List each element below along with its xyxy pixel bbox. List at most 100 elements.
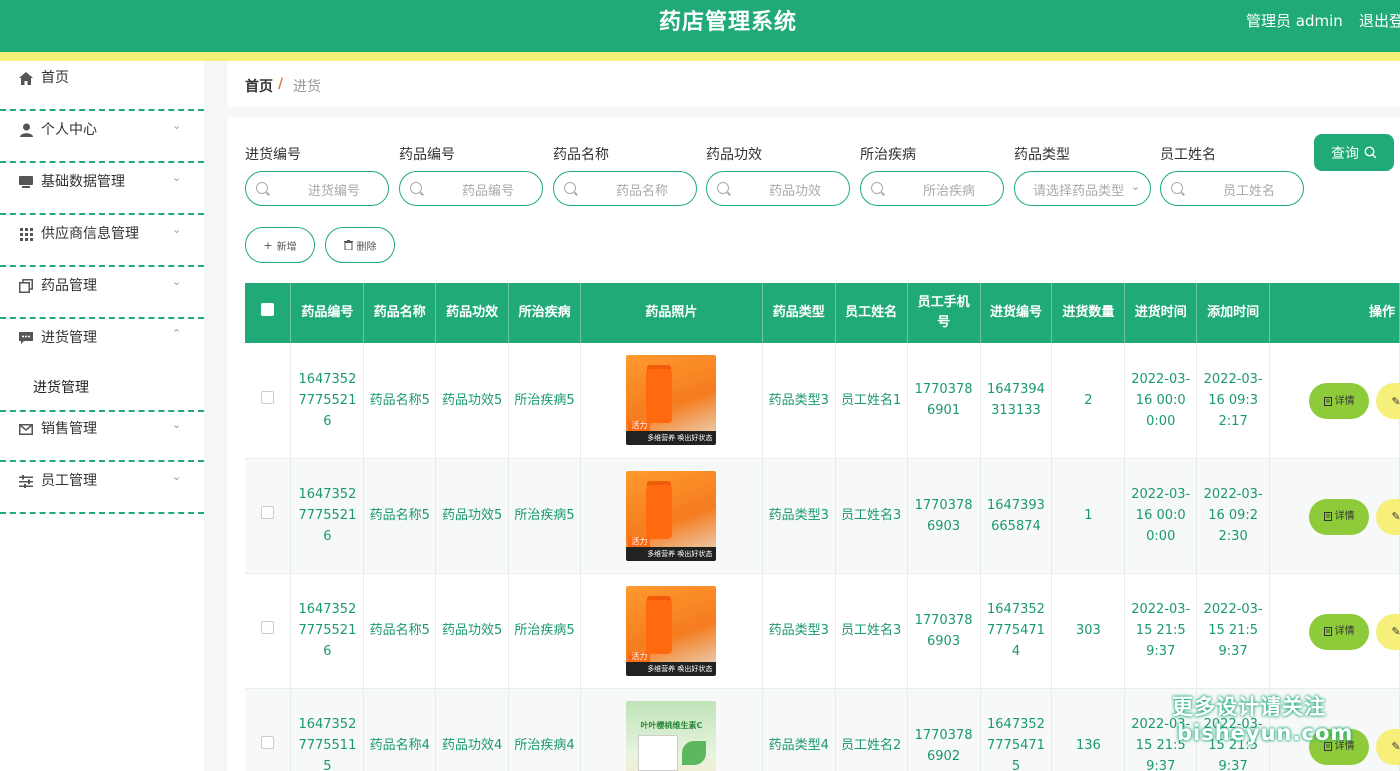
edit-button[interactable]: ✎ [1376, 613, 1400, 650]
photo-tag: 多维营养 唤出好状态 [626, 431, 717, 446]
edit-button[interactable]: ✎ [1376, 383, 1400, 419]
table-header-row: 药品编号 药品名称 药品功效 所治疾病 药品照片 药品类型 员工姓名 员工手机号… [245, 283, 1400, 343]
column-header: 员工手机号 [907, 283, 981, 343]
product-box [638, 734, 679, 771]
detail-label: 详情 [1334, 626, 1355, 637]
staff-name-input[interactable]: 员工姓名 [1160, 171, 1304, 206]
trash-icon [343, 240, 353, 250]
cell-qty: 136 [1051, 688, 1126, 771]
edit-button[interactable]: ✎ [1376, 498, 1400, 535]
sidebar-item-sales[interactable]: 销售管理 ⌄ [0, 412, 204, 462]
cell-effect: 药品功效5 [435, 573, 510, 689]
sidebar-item-home[interactable]: 首页 [0, 61, 204, 111]
row-select-cell[interactable] [245, 458, 292, 574]
row-actions-cell: 详情 ✎ [1269, 573, 1400, 689]
edit-icon: ✎ [1391, 625, 1400, 638]
sidebar-item-staff[interactable]: 员工管理 ⌄ [0, 464, 204, 514]
chevron-down-icon: ⌄ [172, 223, 182, 236]
drug-photo: 活力焕新多维营养 唤出好状态 [626, 355, 717, 446]
chevron-down-icon: ⌄ [1130, 180, 1140, 193]
add-button[interactable]: + 新增 [245, 227, 315, 263]
photo-tag: 多维营养 唤出好状态 [626, 546, 717, 561]
edit-icon: ✎ [1391, 740, 1400, 753]
chevron-down-icon: ⌄ [172, 171, 182, 184]
row-checkbox[interactable] [261, 621, 275, 634]
photo-title: 叶叶樱桃维生素C [640, 720, 703, 730]
search-icon [1171, 182, 1183, 194]
sidebar-item-label: 药品管理 [41, 278, 97, 294]
filter-label-drug-no: 药品编号 [399, 147, 455, 163]
drug-effect-input[interactable]: 药品功效 [706, 171, 850, 206]
cell-purchase-no: 16473527775471 4 [980, 573, 1053, 689]
detail-button[interactable]: 详情 [1309, 383, 1370, 419]
sidebar-item-basic-data[interactable]: 基础数据管理 ⌄ [0, 165, 204, 215]
database-icon [18, 174, 34, 190]
filter-label-drug-effect: 药品功效 [706, 147, 762, 163]
drug-type-select[interactable]: 请选择药品类型 ⌄ [1014, 171, 1151, 206]
cell-staff: 员工姓名1 [835, 343, 908, 459]
cell-disease: 所治疾病5 [508, 458, 582, 574]
detail-button[interactable]: 详情 [1309, 498, 1370, 535]
drug-no-input[interactable]: 药品编号 [399, 171, 543, 206]
sidebar-item-label: 销售管理 [41, 421, 97, 437]
detail-label: 详情 [1334, 511, 1355, 522]
chevron-down-icon: ⌄ [172, 418, 182, 431]
breadcrumb-separator: / [278, 76, 284, 92]
query-button[interactable]: 查询 [1314, 134, 1394, 171]
copy-icon [18, 278, 34, 294]
sidebar-item-drug[interactable]: 药品管理 ⌄ [0, 269, 204, 319]
submenu-item-purchase-manage[interactable]: 进货管理 [33, 378, 89, 398]
cell-qty: 2 [1051, 343, 1126, 459]
logout-link[interactable]: 退出登录 [1359, 10, 1400, 32]
cell-purchase-no: 1647393665874 [980, 458, 1053, 574]
select-all-checkbox[interactable] [261, 303, 275, 316]
watermark-line2: bisheyun.com [1177, 721, 1354, 745]
bottle-shape [646, 369, 673, 424]
row-checkbox[interactable] [261, 390, 275, 404]
edit-button[interactable]: ✎ [1376, 728, 1400, 765]
row-select-cell[interactable] [245, 343, 292, 459]
delete-button[interactable]: 删除 [325, 227, 395, 263]
sidebar-item-label: 进货管理 [41, 330, 97, 346]
row-checkbox[interactable] [261, 736, 275, 749]
row-select-cell[interactable] [245, 688, 292, 771]
input-placeholder: 员工姓名 [1222, 184, 1275, 199]
purchase-no-input[interactable]: 进货编号 [245, 171, 389, 206]
drug-photo-cell: 活力焕新多维营养 唤出好状态 [580, 458, 763, 574]
sidebar-item-label: 首页 [41, 70, 69, 86]
cell-phone: 17703786901 [907, 343, 981, 459]
mail-icon [18, 421, 34, 437]
document-icon [1323, 512, 1332, 521]
column-header: 添加时间 [1196, 283, 1271, 343]
drug-name-input[interactable]: 药品名称 [553, 171, 697, 206]
cell-phone: 17703786903 [907, 573, 981, 689]
row-select-cell[interactable] [245, 573, 292, 689]
sliders-icon [18, 473, 34, 489]
cell-phone: 17703786903 [907, 458, 981, 574]
document-icon [1323, 396, 1332, 406]
search-icon [1364, 146, 1377, 159]
input-placeholder: 进货编号 [307, 184, 360, 199]
table-row: 16473527775521 6药品名称5药品功效5所治疾病5 活力焕新多维营养 … [245, 343, 1400, 459]
select-all-cell[interactable] [245, 283, 292, 343]
filter-label-disease: 所治疾病 [860, 147, 916, 163]
row-checkbox[interactable] [261, 506, 275, 519]
detail-button[interactable]: 详情 [1309, 613, 1370, 650]
drug-photo-cell: 叶叶樱桃维生素C [580, 688, 763, 771]
search-icon [564, 182, 576, 194]
cell-add-time: 2022-03-15 21:59:37 [1196, 573, 1271, 689]
cell-type: 药品类型3 [762, 573, 836, 689]
chevron-down-icon: ⌄ [172, 275, 182, 288]
sidebar-item-supplier[interactable]: 供应商信息管理 ⌄ [0, 217, 204, 267]
drug-photo-cell: 活力焕新多维营养 唤出好状态 [580, 573, 763, 689]
disease-input[interactable]: 所治疾病 [860, 171, 1004, 206]
filter-label-drug-type: 药品类型 [1014, 147, 1070, 163]
sidebar-item-purchase[interactable]: 进货管理 ⌃ [0, 321, 204, 371]
search-icon [717, 182, 729, 194]
home-icon [18, 70, 34, 86]
app-title: 药店管理系统 [658, 10, 797, 35]
sidebar-item-profile[interactable]: 个人中心 ⌄ [0, 113, 204, 163]
breadcrumb-home[interactable]: 首页 [245, 76, 273, 96]
cell-phone: 17703786902 [907, 688, 981, 771]
cell-disease: 所治疾病5 [508, 573, 582, 689]
